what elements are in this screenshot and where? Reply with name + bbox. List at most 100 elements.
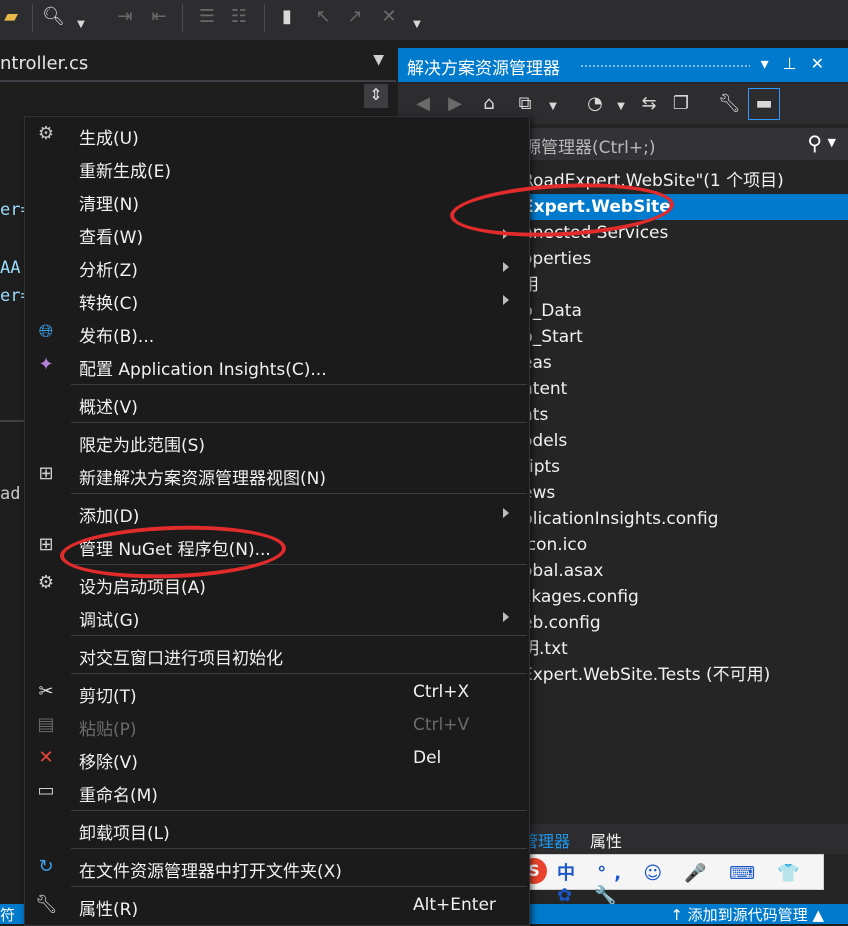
menu-item[interactable]: ▭ 重命名(M): [25, 776, 529, 809]
menu-item[interactable]: 对交互窗口进行项目初始化: [25, 639, 529, 672]
search-icon[interactable]: ⚲: [807, 131, 822, 155]
back-icon[interactable]: ◀: [412, 93, 434, 115]
toolbar-separator: [182, 4, 183, 32]
remove-icon: ✕: [38, 747, 54, 768]
collapse-all-icon[interactable]: ❐: [670, 93, 692, 115]
switch-views-icon[interactable]: ⧉: [514, 93, 536, 115]
menu-item[interactable]: ✕ 移除(V) Del: [25, 743, 529, 776]
wrench-icon: 🔧︎: [35, 894, 58, 915]
menu-item-label: 限定为此范围(S): [79, 436, 206, 456]
split-editor-icon[interactable]: ⇕: [364, 84, 388, 108]
chevron-down-icon[interactable]: ▼: [542, 96, 564, 118]
uncomment-icon: ☷: [230, 6, 248, 27]
menu-item-shortcut: Alt+Enter: [413, 895, 496, 915]
prev-bookmark-icon: ↖: [315, 6, 331, 27]
tree-item-label: operties: [522, 249, 592, 269]
menu-item-label: 重命名(M): [79, 786, 158, 806]
menu-item-label: 新建解决方案资源管理器视图(N): [79, 469, 326, 489]
ime-toolbar[interactable]: S 中 °, ☺ 🎤 ⌨ 👕 ✿ 🔧: [512, 854, 824, 906]
status-text: 符: [0, 906, 16, 924]
menu-item[interactable]: ⚙ 生成(U): [25, 119, 529, 152]
menu-separator: [71, 810, 527, 811]
menu-item[interactable]: 转换(C): [25, 284, 529, 317]
find-icon[interactable]: 🔍︎: [42, 6, 65, 28]
tree-item-label: icon.ico: [522, 535, 588, 555]
submenu-arrow-icon: [503, 508, 509, 518]
menu-item-shortcut: Ctrl+X: [413, 682, 470, 702]
toolbar-separator: [32, 4, 33, 32]
menu-item-label: 生成(U): [79, 129, 139, 149]
folder-open-icon[interactable]: ▰: [0, 6, 22, 28]
menu-item-label: 粘贴(P): [79, 720, 137, 740]
menu-item-label: 重新生成(E): [79, 162, 172, 182]
menu-item-label: 发布(B)...: [79, 327, 155, 347]
comment-icon: ☰: [198, 6, 216, 27]
tree-item-label: ckages.config: [522, 587, 639, 607]
new-view-icon: ⊞: [38, 463, 54, 484]
menu-item-label: 在文件资源管理器中打开文件夹(X): [79, 862, 342, 882]
chevron-down-icon[interactable]: ▼: [406, 14, 428, 36]
menu-item-shortcut: Del: [413, 748, 442, 768]
next-bookmark-icon: ↗: [347, 6, 363, 27]
menu-item-label: 添加(D): [79, 507, 140, 527]
menu-item-label: 移除(V): [79, 753, 138, 773]
preview-icon[interactable]: ▬: [748, 88, 780, 120]
menu-item[interactable]: 重新生成(E): [25, 152, 529, 185]
menu-item[interactable]: ✂ 剪切(T) Ctrl+X: [25, 677, 529, 710]
package-icon: ⊞: [38, 534, 54, 555]
menu-separator: [71, 422, 527, 423]
ime-status[interactable]: 中 °, ☺ 🎤 ⌨ 👕 ✿ 🔧: [557, 859, 823, 906]
toolbar-separator: [264, 4, 265, 32]
menu-separator: [71, 886, 527, 887]
menu-item[interactable]: ⊞ 新建解决方案资源管理器视图(N): [25, 459, 529, 492]
tree-item-label: p_Start: [522, 327, 583, 347]
menu-item[interactable]: 添加(D): [25, 497, 529, 530]
menu-item[interactable]: 🔧︎ 属性(R) Alt+Enter: [25, 890, 529, 923]
drag-grip[interactable]: [580, 64, 750, 68]
menu-item[interactable]: 调试(G): [25, 601, 529, 634]
chevron-down-icon[interactable]: ▼: [373, 52, 384, 68]
menu-item-label: 配置 Application Insights(C)...: [79, 360, 327, 380]
gear-icon: ⚙: [37, 572, 55, 593]
sync-icon[interactable]: ⇆: [638, 93, 660, 115]
add-to-source-control[interactable]: ↑ 添加到源代码管理 ▲: [670, 904, 824, 925]
home-icon[interactable]: ⌂: [478, 93, 500, 115]
wrench-icon[interactable]: 🔧︎: [718, 93, 741, 115]
menu-item[interactable]: 分析(Z): [25, 251, 529, 284]
submenu-arrow-icon: [503, 262, 509, 272]
chevron-down-icon[interactable]: ▼: [70, 14, 92, 36]
menu-item[interactable]: 卸载项目(L): [25, 814, 529, 847]
chevron-down-icon[interactable]: ▼: [610, 96, 632, 118]
submenu-arrow-icon: [503, 295, 509, 305]
menu-item[interactable]: 限定为此范围(S): [25, 426, 529, 459]
refresh-icon: ↻: [38, 856, 54, 877]
menu-separator: [71, 384, 527, 385]
menu-item[interactable]: ↻ 在文件资源管理器中打开文件夹(X): [25, 852, 529, 885]
menu-separator: [71, 848, 527, 849]
menu-item[interactable]: 🌐︎ 发布(B)...: [25, 317, 529, 350]
menu-item-label: 查看(W): [79, 228, 144, 248]
main-toolbar: ▰ 🔍︎ ▼ ⇥ ⇤ ☰ ☷ ▮ ↖ ↗ ✕ ▼: [0, 0, 848, 40]
menu-item: ▤ 粘贴(P) Ctrl+V: [25, 710, 529, 743]
solution-explorer-title: 解决方案资源管理器: [407, 59, 560, 79]
menu-item-label: 概述(V): [79, 398, 138, 418]
menu-item[interactable]: 概述(V): [25, 388, 529, 421]
indent-icon: ⇥: [117, 6, 133, 27]
forward-icon[interactable]: ▶: [444, 93, 466, 115]
tab-properties[interactable]: 属性: [590, 828, 622, 852]
menu-item[interactable]: 查看(W): [25, 218, 529, 251]
chevron-down-icon[interactable]: ▼: [828, 136, 836, 149]
lightbulb-icon: ✦: [38, 354, 54, 375]
menu-item-label: 调试(G): [79, 611, 140, 631]
tree-item-label: p_Data: [522, 301, 582, 321]
window-buttons[interactable]: ▾⊥✕: [761, 54, 838, 73]
menu-item-label: 属性(R): [79, 900, 139, 920]
pending-changes-icon[interactable]: ◔: [584, 93, 606, 115]
menu-item-label: 卸载项目(L): [79, 824, 170, 844]
bookmark-icon[interactable]: ▮: [276, 6, 298, 28]
globe-icon: 🌐︎: [38, 321, 54, 342]
editor-tab-title[interactable]: ntroller.cs: [0, 53, 88, 74]
menu-item[interactable]: ✦ 配置 Application Insights(C)...: [25, 350, 529, 383]
search-placeholder: 源管理器(Ctrl+;): [524, 138, 656, 158]
solution-explorer-titlebar[interactable]: 解决方案资源管理器 ▾⊥✕: [398, 48, 848, 82]
